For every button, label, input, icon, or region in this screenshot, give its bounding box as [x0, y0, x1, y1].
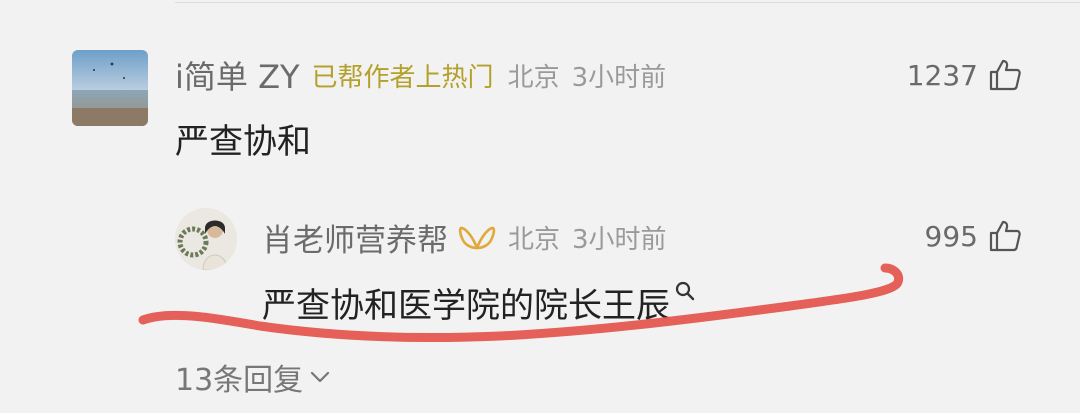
timestamp: 3小时前	[571, 62, 667, 93]
vip-butterfly-icon	[458, 226, 496, 250]
thumbs-up-icon	[989, 220, 1021, 252]
reply-text-row: 严查协和医学院的院长王辰	[262, 278, 696, 327]
chevron-down-icon	[311, 371, 330, 383]
top-divider	[175, 2, 1080, 3]
reply-text: 严查协和医学院的院长王辰	[262, 286, 670, 326]
like-count: 1237	[906, 58, 978, 92]
view-replies-button[interactable]: 13条回复	[175, 355, 331, 399]
comment-text: 严查协和	[175, 122, 311, 162]
avatar-photo	[72, 50, 148, 126]
avatar[interactable]	[72, 50, 148, 126]
reply-like-button[interactable]: 995	[925, 216, 1022, 256]
reply-like-count: 995	[924, 219, 978, 253]
replies-count-label: 13条回复	[175, 363, 304, 398]
hot-badge: 已帮作者上热门	[311, 62, 494, 93]
like-button[interactable]: 1237	[907, 55, 1022, 95]
reply-avatar[interactable]	[175, 208, 237, 270]
reply-username[interactable]: 肖老师营养帮	[262, 215, 448, 260]
search-icon[interactable]	[674, 280, 696, 302]
reply-meta: 肖老师营养帮 北京 3小时前	[262, 214, 667, 260]
thumbs-up-icon	[989, 59, 1021, 91]
avatar-photo	[175, 208, 237, 270]
reply-timestamp: 3小时前	[572, 224, 667, 255]
comment-meta: i简单 ZY 已帮作者上热门 北京 3小时前	[175, 52, 666, 98]
reply-location: 北京	[508, 224, 561, 255]
username[interactable]: i简单 ZY	[175, 52, 300, 98]
location: 北京	[507, 62, 560, 93]
